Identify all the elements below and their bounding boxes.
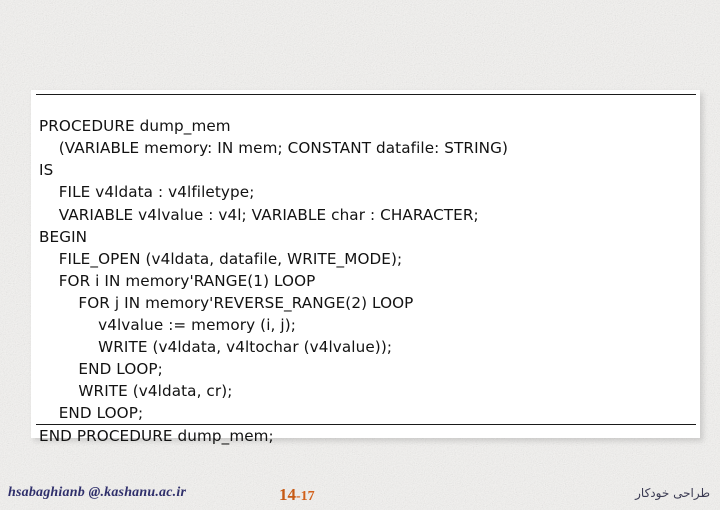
page-number-major: 14 — [279, 485, 296, 504]
footer-subject-title: طراحی خودکار — [635, 486, 710, 500]
footer-email-address: hsabaghianb @.kashanu.ac.ir — [8, 485, 187, 500]
footer-page-number: 14-17 — [279, 485, 315, 505]
page-number-minor: -17 — [296, 489, 315, 504]
slide-footer: hsabaghianb @.kashanu.ac.ir 14-17 طراحی … — [0, 484, 720, 510]
code-panel: PROCEDURE dump_mem (VARIABLE memory: IN … — [31, 90, 700, 445]
code-rule-top — [36, 94, 696, 95]
code-rule-bottom — [36, 424, 696, 425]
slide-canvas: PROCEDURE dump_mem (VARIABLE memory: IN … — [0, 0, 720, 510]
vhdl-code-block: PROCEDURE dump_mem (VARIABLE memory: IN … — [39, 117, 509, 445]
